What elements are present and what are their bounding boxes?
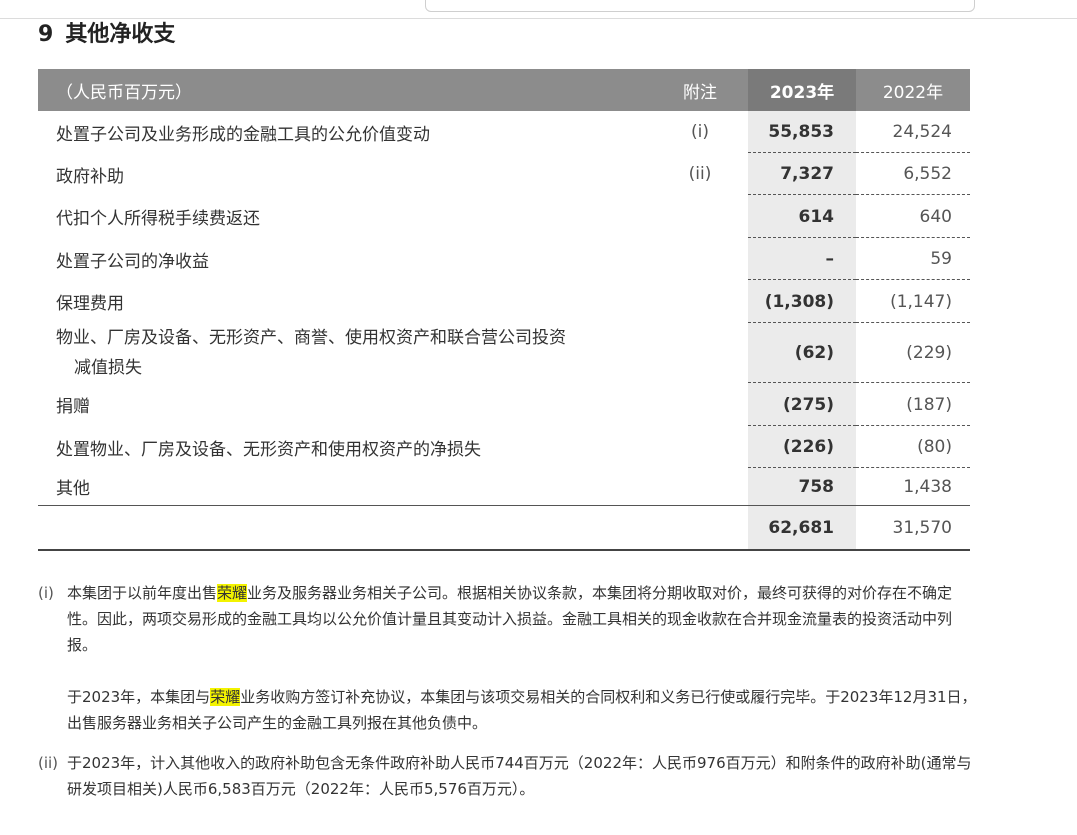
- row-value-2023: (62): [748, 323, 856, 383]
- row-value-2022: (80): [856, 426, 970, 468]
- row-note: [670, 383, 730, 426]
- other-income-table: （人民币百万元） 附注 2023年 2022年 处置子公司及业务形成的金融工具的…: [38, 69, 970, 551]
- row-label: 处置物业、厂房及设备、无形资产和使用权资产的净损失: [56, 439, 481, 460]
- header-2022: 2022年: [882, 82, 944, 103]
- row-value-2022: 6,552: [856, 153, 970, 195]
- highlighted-term: 荣耀: [210, 688, 241, 706]
- footnote-i-paragraph-2: 于2023年，本集团与荣耀业务收购方签订补充协议，本集团与该项交易相关的合同权利…: [38, 684, 978, 736]
- header-unit-label: （人民币百万元）: [56, 82, 192, 103]
- row-value-2023: 7,327: [748, 153, 856, 195]
- total-2022: 31,570: [892, 517, 952, 538]
- footnote-text: 本集团于以前年度出售: [67, 584, 218, 602]
- table-row: 处置子公司的净收益 – 59: [38, 238, 970, 280]
- top-bar: [0, 0, 1077, 19]
- section-title-text: 其他净收支: [65, 22, 176, 47]
- row-label: 政府补助: [56, 166, 124, 187]
- search-box[interactable]: [425, 0, 975, 12]
- highlighted-term: 荣耀: [217, 584, 248, 602]
- row-value-2023: (1,308): [748, 280, 856, 323]
- footnote-ii: (ii) 于2023年，计入其他收入的政府补助包含无条件政府补助人民币744百万元…: [38, 750, 978, 802]
- row-value-2023: 55,853: [748, 111, 856, 153]
- row-label-multiline: 物业、厂房及设备、无形资产、商誉、使用权资产和联合营公司投资 减值损失: [56, 323, 710, 383]
- row-label: 捐赠: [56, 397, 90, 417]
- footnote-text: 于2023年，本集团与: [67, 688, 211, 706]
- table-row: 其他 758 1,438: [38, 468, 970, 505]
- row-label-continued: 减值损失: [74, 358, 142, 378]
- row-label: 其他: [56, 479, 90, 499]
- table-row: 处置物业、厂房及设备、无形资产和使用权资产的净损失 (226) (80): [38, 426, 970, 468]
- row-note: [670, 468, 730, 505]
- total-2023: 62,681: [748, 506, 856, 549]
- row-value-2022: (187): [856, 383, 970, 426]
- row-note: [670, 195, 730, 238]
- table-header: （人民币百万元） 附注 2023年 2022年: [38, 69, 970, 111]
- row-label: 物业、厂房及设备、无形资产、商誉、使用权资产和联合营公司投资: [56, 328, 566, 348]
- table-row: 捐赠 (275) (187): [38, 383, 970, 426]
- row-note: [670, 426, 730, 468]
- footnote-i: (i) 本集团于以前年度出售荣耀业务及服务器业务相关子公司。根据相关协议条款，本集…: [38, 580, 978, 658]
- row-value-2023: 758: [748, 468, 856, 505]
- row-value-2022: 640: [856, 195, 970, 238]
- section-title: 9 其他净收支: [38, 20, 175, 50]
- table-row: 处置子公司及业务形成的金融工具的公允价值变动 (i) 55,853 24,524: [38, 111, 970, 153]
- row-value-2022: 1,438: [903, 476, 952, 497]
- header-note: 附注: [683, 82, 717, 103]
- row-label: 代扣个人所得税手续费返还: [56, 209, 260, 229]
- footnote-text: 于2023年，计入其他收入的政府补助包含无条件政府补助人民币744百万元（202…: [67, 754, 972, 798]
- row-value-2023: (275): [748, 383, 856, 426]
- row-value-2022: 59: [856, 238, 970, 280]
- row-label: 处置子公司及业务形成的金融工具的公允价值变动: [56, 124, 430, 145]
- table-row: 保理费用 (1,308) (1,147): [38, 280, 970, 323]
- table-row: 物业、厂房及设备、无形资产、商誉、使用权资产和联合营公司投资 减值损失 (62)…: [38, 323, 970, 383]
- row-value-2023: –: [748, 238, 856, 280]
- row-note: [670, 280, 730, 323]
- row-note: [670, 238, 730, 280]
- table-total-row: 62,681 31,570: [38, 505, 970, 551]
- header-2023: 2023年: [748, 69, 856, 111]
- footnote-marker: (i): [38, 584, 54, 602]
- footnote-marker: (ii): [38, 754, 59, 772]
- row-label: 处置子公司的净收益: [56, 251, 209, 272]
- section-number: 9: [38, 22, 54, 47]
- row-note: [670, 323, 730, 383]
- row-value-2022: (1,147): [856, 280, 970, 323]
- table-row: 政府补助 (ii) 7,327 6,552: [38, 153, 970, 195]
- row-label: 保理费用: [56, 294, 124, 314]
- row-note: (ii): [688, 164, 712, 184]
- row-value-2023: (226): [748, 426, 856, 468]
- row-value-2022: (229): [856, 323, 970, 383]
- footnotes: (i) 本集团于以前年度出售荣耀业务及服务器业务相关子公司。根据相关协议条款，本集…: [38, 580, 978, 802]
- row-value-2022: 24,524: [856, 111, 970, 153]
- row-note: (i): [691, 122, 709, 142]
- row-value-2023: 614: [748, 195, 856, 238]
- table-row: 代扣个人所得税手续费返还 614 640: [38, 195, 970, 238]
